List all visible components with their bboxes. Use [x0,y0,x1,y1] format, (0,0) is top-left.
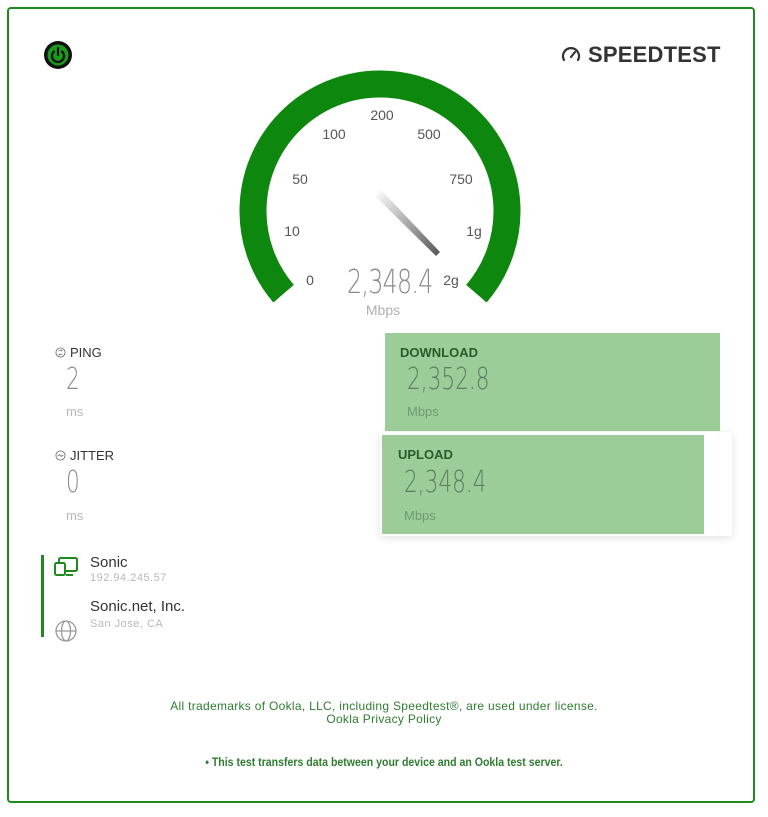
upload-unit: Mbps [404,508,436,523]
ping-value: 2 [66,362,80,397]
gauge-tick-1g: 1g [466,223,482,239]
isp-accent-bar [41,555,44,637]
test-note: • This test transfers data between your … [205,755,563,769]
speedometer-icon [561,47,581,62]
jitter-label-text: JITTER [70,448,115,463]
gauge-tick-2g: 2g [443,272,459,288]
ping-unit: ms [66,404,84,419]
isp-ip: 192.94.245.57 [90,572,167,584]
jitter-value: 0 [66,465,80,500]
isp-name: Sonic [90,554,128,571]
gauge-unit: Mbps [365,302,401,318]
jitter-unit: ms [66,508,84,523]
privacy-policy-link[interactable]: Ookla Privacy Policy [0,712,768,726]
globe-icon [55,620,77,642]
server-location: San Jose, CA [90,618,164,630]
gauge-tick-750: 750 [449,171,473,187]
gauge-needle [375,190,440,256]
download-value: 2,352.8 [407,362,490,397]
speedtest-logo[interactable]: SPEEDTEST [560,42,721,68]
gauge-tick-500: 500 [417,126,441,142]
download-label-text: DOWNLOAD [400,345,478,360]
jitter-icon [55,450,66,461]
brand-name: SPEEDTEST [588,42,721,67]
gauge-tick-0: 0 [306,272,314,288]
upload-label: UPLOAD [394,447,453,462]
download-unit: Mbps [407,404,439,419]
gauge-tick-200: 200 [370,107,394,123]
computer-icon [54,557,78,576]
ping-label: PING [55,345,102,360]
power-icon[interactable] [43,40,73,70]
jitter-label: JITTER [55,448,114,463]
gauge-tick-50: 50 [292,171,308,187]
ping-label-text: PING [70,345,102,360]
gauge-tick-100: 100 [322,126,346,142]
trademark-notice: All trademarks of Ookla, LLC, including … [170,699,598,713]
gauge-readout: 2,348.4 [347,262,433,301]
gauge-tick-10: 10 [284,223,300,239]
ping-icon [55,347,66,358]
download-label: DOWNLOAD [396,345,478,360]
upload-value: 2,348.4 [404,465,487,500]
upload-label-text: UPLOAD [398,447,453,462]
server-name[interactable]: Sonic.net, Inc. [90,598,185,615]
